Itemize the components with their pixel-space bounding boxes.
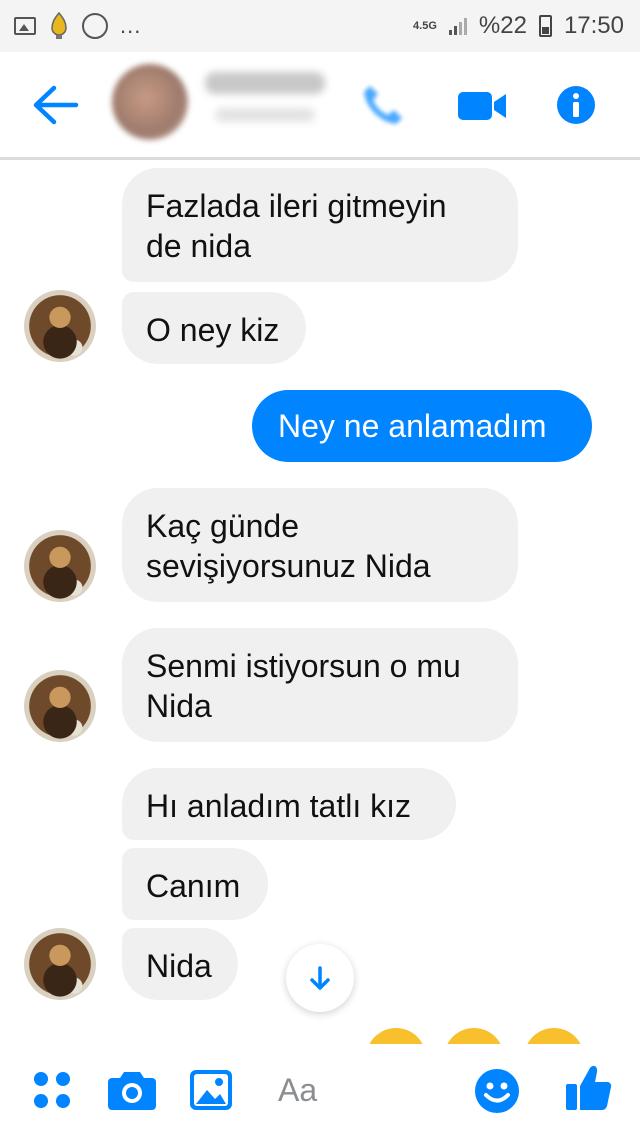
lightbulb-notification-icon [51,11,67,39]
scroll-to-bottom-button[interactable] [286,944,354,1012]
clock: 17:50 [563,12,624,39]
message-input[interactable]: Aa [278,1072,317,1109]
emoji-icon[interactable] [474,1068,520,1114]
contact-status-blurred [215,108,315,122]
notification-icons: ... [14,11,141,41]
arrow-down-icon [310,966,330,990]
outgoing-message[interactable]: Ney ne anlamadım [252,390,592,462]
gallery-icon[interactable] [190,1070,232,1110]
whatsapp-notification-icon [82,13,108,39]
system-status: 4.5G %22 17:50 [413,12,624,40]
thumbs-up-icon[interactable] [566,1064,612,1112]
network-type: 4.5G [413,19,437,32]
incoming-message[interactable]: O ney kiz [122,292,306,364]
battery-icon [538,15,552,37]
status-bar: ... 4.5G %22 17:50 [0,0,640,52]
contact-avatar[interactable] [112,64,188,140]
sender-avatar[interactable] [24,928,96,1000]
sender-avatar[interactable] [24,290,96,362]
more-options-grid-icon[interactable] [32,1070,72,1110]
gallery-notification-icon [14,17,36,35]
video-call-icon[interactable] [456,88,508,124]
camera-icon[interactable] [108,1070,156,1110]
battery-percent: %22 [478,12,527,39]
message-composer: Aa [0,1044,640,1142]
incoming-message[interactable]: Senmi istiyorsun o mu Nida [122,628,518,742]
phone-call-icon[interactable] [360,82,406,128]
contact-name-blurred[interactable] [205,72,325,94]
info-icon[interactable] [556,85,596,125]
incoming-message[interactable]: Nida [122,928,238,1000]
signal-icon [448,17,467,35]
back-arrow-icon[interactable] [30,82,80,128]
incoming-message[interactable]: Kaç günde sevişiyorsunuz Nida [122,488,518,602]
sender-avatar[interactable] [24,530,96,602]
incoming-message[interactable]: Fazlada ileri gitmeyin de nida [122,168,518,282]
incoming-message[interactable]: Hı anladım tatlı kız [122,768,456,840]
more-notifications-indicator: ... [120,13,142,38]
conversation-header [0,52,640,160]
incoming-message[interactable]: Canım [122,848,268,920]
sender-avatar[interactable] [24,670,96,742]
